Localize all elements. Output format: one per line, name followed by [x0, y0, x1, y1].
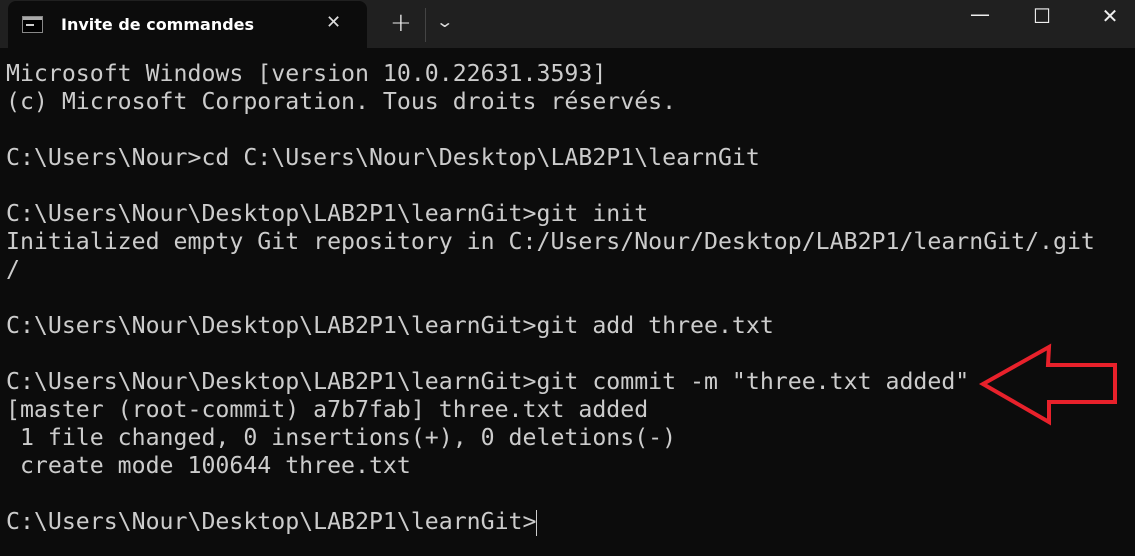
red-arrow-annotation: [978, 343, 1117, 426]
arrow-left-icon: [978, 343, 1117, 426]
